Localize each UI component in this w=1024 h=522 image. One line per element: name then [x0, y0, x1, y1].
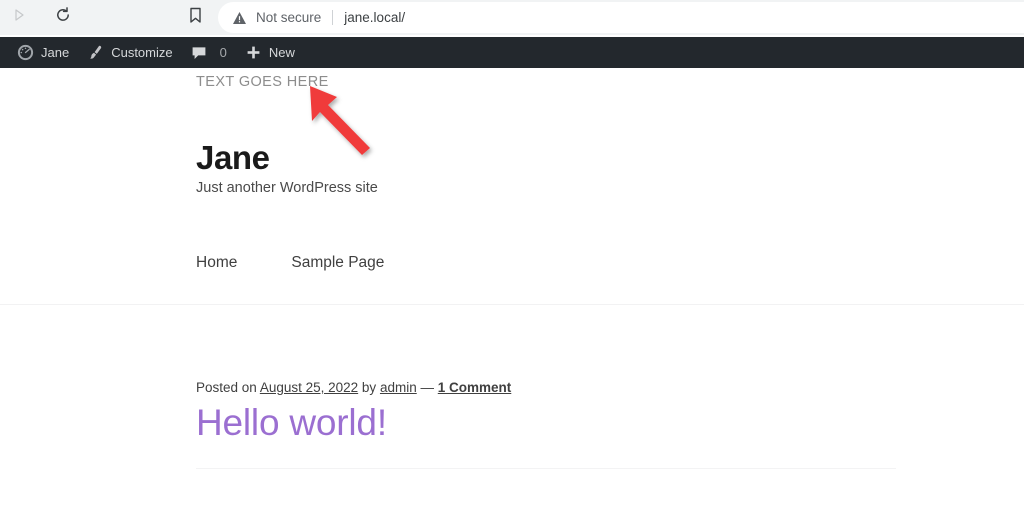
post-comments-link[interactable]: 1 Comment — [438, 380, 512, 395]
adminbar-item-comments[interactable]: 0 — [182, 37, 236, 68]
site-page: TEXT GOES HERE Jane Just another WordPre… — [0, 68, 1024, 522]
comment-bubble-icon — [191, 45, 207, 61]
bookmark-icon — [188, 7, 203, 29]
url-text[interactable]: jane.local/ — [344, 10, 405, 25]
post-meta-posted-on-label: Posted on — [196, 380, 257, 395]
post-divider — [196, 468, 896, 469]
reload-icon — [55, 7, 71, 28]
header-divider — [0, 304, 1024, 305]
post-meta-dash: — — [420, 380, 435, 395]
omnibox-divider — [332, 10, 334, 25]
address-bar[interactable]: Not secure jane.local/ — [218, 2, 1024, 33]
adminbar-comment-count: 0 — [219, 45, 227, 60]
post-date-link[interactable]: August 25, 2022 — [260, 380, 358, 395]
wordpress-dashboard-icon — [17, 44, 34, 61]
site-branding-text: TEXT GOES HERE — [196, 74, 329, 90]
browser-toolbar: Not secure jane.local/ — [0, 0, 1024, 35]
nav-item-sample-page[interactable]: Sample Page — [291, 254, 384, 272]
primary-navigation: Home Sample Page — [196, 254, 438, 272]
paintbrush-icon — [87, 44, 104, 61]
adminbar-customize-label: Customize — [111, 45, 173, 60]
forward-button[interactable] — [2, 1, 36, 35]
bookmark-button[interactable] — [184, 7, 206, 29]
site-description: Just another WordPress site — [196, 180, 378, 196]
adminbar-item-new[interactable]: New — [236, 37, 304, 68]
adminbar-new-label: New — [268, 45, 295, 60]
adminbar-item-site-name[interactable]: Jane — [8, 37, 78, 68]
wp-admin-bar: Jane Customize 0 New — [0, 37, 1024, 68]
post-author-link[interactable]: admin — [380, 380, 417, 395]
nav-item-home[interactable]: Home — [196, 254, 237, 272]
adminbar-site-name-label: Jane — [41, 45, 70, 60]
site-branding-area: TEXT GOES HERE — [196, 74, 896, 90]
not-secure-warning-icon — [231, 10, 247, 26]
reload-button[interactable] — [46, 1, 80, 35]
post-meta-by-label: by — [361, 380, 377, 395]
security-status-label: Not secure — [256, 10, 322, 25]
post-meta: Posted on August 25, 2022 by admin — 1 C… — [196, 380, 896, 395]
post-entry: Posted on August 25, 2022 by admin — 1 C… — [196, 380, 896, 443]
plus-icon — [245, 44, 262, 61]
site-title[interactable]: Jane — [196, 139, 270, 177]
post-title[interactable]: Hello world! — [196, 402, 387, 444]
adminbar-item-customize[interactable]: Customize — [78, 37, 181, 68]
forward-arrow-icon — [12, 8, 26, 27]
